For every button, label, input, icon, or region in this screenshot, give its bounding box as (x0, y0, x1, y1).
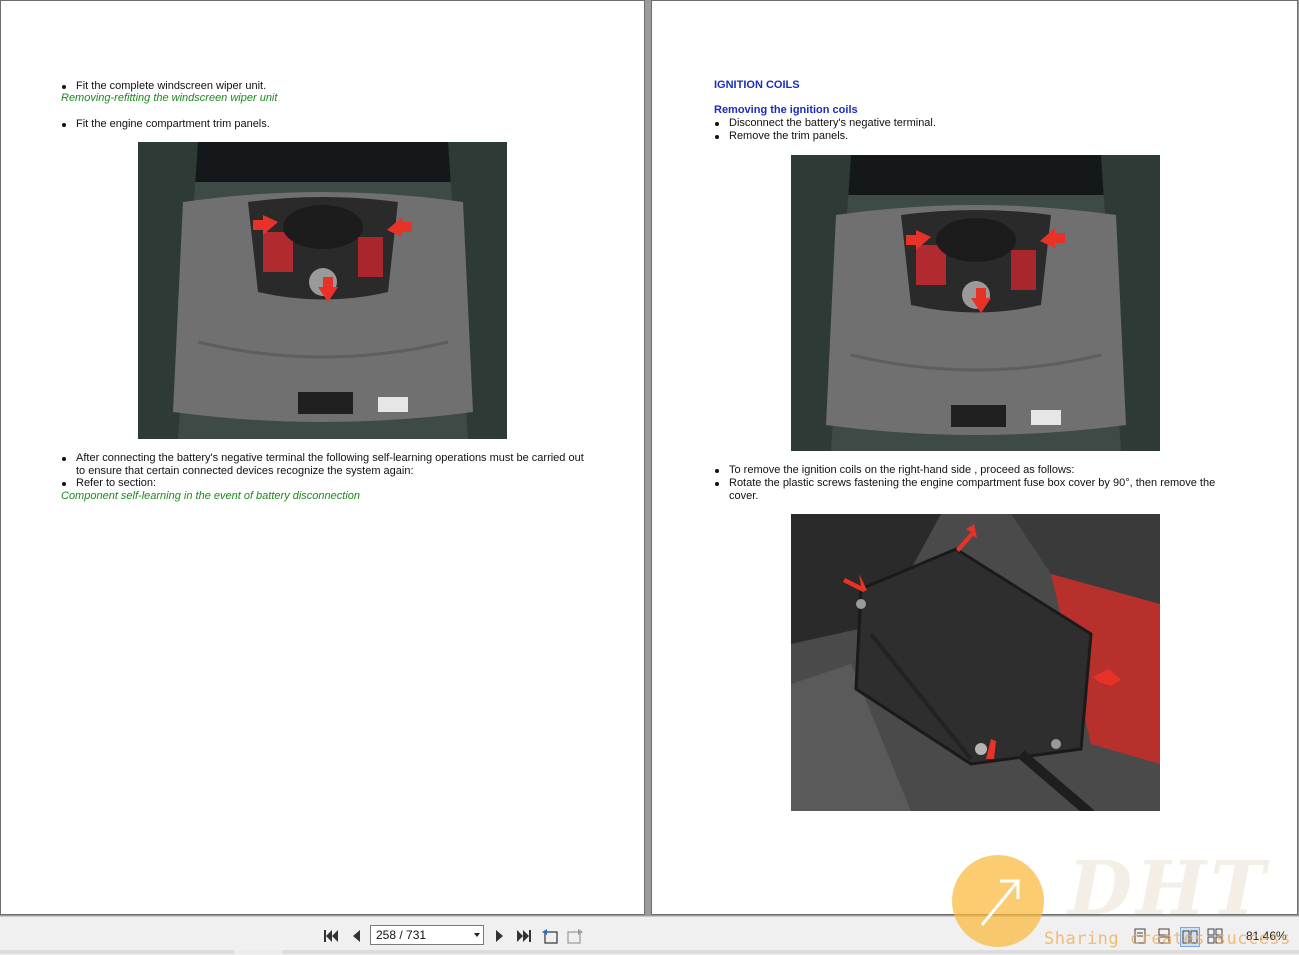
bullet-self-learning-line-1: After connecting the battery's negative … (76, 452, 584, 464)
subsection-heading: Removing the ignition coils (714, 104, 858, 116)
bullet-refer-section: Refer to section: (61, 477, 157, 489)
right-document-page: IGNITION COILS Removing the ignition coi… (651, 0, 1298, 915)
bullet-rotate-screws-line-1: Rotate the plastic screws fastening the … (729, 477, 1216, 489)
bullet-remove-trim: Remove the trim panels. (714, 130, 849, 142)
section-heading: IGNITION COILS (714, 79, 800, 91)
watermark-logo-text: DHT (1068, 846, 1270, 932)
watermark-tagline: Sharing creates success (1044, 929, 1291, 949)
chevron-down-icon (474, 933, 480, 937)
next-view-icon[interactable] (566, 927, 584, 945)
previous-page-icon[interactable] (347, 927, 365, 945)
bullet-rotate-screws-line-2: cover. (729, 490, 759, 502)
bullet-self-learning: After connecting the battery's negative … (62, 452, 584, 478)
engine-compartment-photo-2 (791, 155, 1160, 451)
bullet-fit-trim: Fit the engine compartment trim panels. (62, 118, 270, 130)
page-number-value: 258 / 731 (376, 928, 427, 942)
watermark-logo-circle (952, 855, 1044, 947)
arrow-up-right-icon (980, 879, 1020, 926)
bullet-disconnect-battery: Disconnect the battery's negative termin… (715, 117, 936, 129)
first-page-icon[interactable] (322, 927, 340, 945)
fuse-box-photo (791, 514, 1160, 811)
next-page-icon[interactable] (491, 927, 509, 945)
link-removing-wiper[interactable]: Removing-refitting the windscreen wiper … (61, 92, 277, 105)
page-number-select[interactable]: 258 / 731 (370, 925, 484, 945)
previous-view-icon[interactable] (541, 927, 559, 945)
link-component-self-learning[interactable]: Component self-learning in the event of … (61, 490, 360, 503)
bullet-right-hand-side: To remove the ignition coils on the righ… (714, 464, 1075, 476)
bullet-rotate-screws: Rotate the plastic screws fastening the … (714, 477, 1216, 503)
horizontal-scrollbar[interactable] (0, 950, 1299, 954)
last-page-icon[interactable] (515, 927, 533, 945)
left-document-page: Fit the complete windscreen wiper unit. … (0, 0, 645, 915)
scrollbar-thumb[interactable] (234, 950, 282, 954)
engine-compartment-photo (138, 142, 507, 439)
